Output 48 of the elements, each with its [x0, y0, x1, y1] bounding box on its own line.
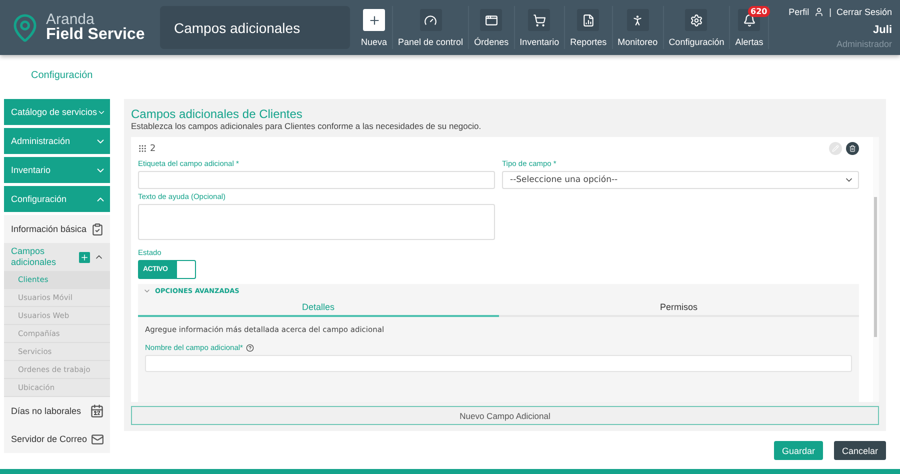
- clipboard-icon: [91, 222, 104, 236]
- field-type-select[interactable]: --Seleccione una opción--: [502, 171, 859, 189]
- sidebar-item[interactable]: Servidor de Correo: [4, 425, 110, 453]
- help-text-area[interactable]: [138, 204, 495, 240]
- pencil-icon: [832, 145, 839, 152]
- nav-item[interactable]: Órdenes: [469, 6, 515, 49]
- window-icon: [480, 9, 502, 31]
- logo-text: Aranda: [46, 12, 94, 27]
- edit-button[interactable]: [829, 142, 842, 155]
- input-field[interactable]: [138, 171, 495, 189]
- section-description: Establezca los campos adicionales para Clientes conforme a las necesidades de su negocio.: [131, 121, 482, 131]
- plus-icon: [363, 9, 385, 31]
- user-name: Juli: [873, 24, 892, 36]
- chevron-down-icon: [143, 287, 151, 295]
- person-icon: [626, 9, 649, 31]
- gauge-icon: [420, 9, 442, 31]
- logo-text: Field Service: [46, 27, 145, 43]
- user-role: Administrador: [836, 38, 892, 48]
- cart-icon: [528, 9, 550, 31]
- field-number: 2: [150, 144, 156, 154]
- sidebar-item[interactable]: Información básica: [4, 215, 110, 243]
- help-icon[interactable]: [246, 344, 254, 352]
- page-title: Campos adicionales: [160, 6, 350, 49]
- nav-item[interactable]: Reportes: [565, 6, 613, 49]
- trash-icon: [849, 145, 856, 152]
- drag-handle-icon[interactable]: [138, 144, 147, 153]
- delete-button[interactable]: [846, 142, 859, 155]
- input-field[interactable]: [145, 355, 852, 372]
- nav-item[interactable]: Nueva: [356, 6, 394, 49]
- mail-icon: [91, 432, 104, 446]
- nav-item[interactable]: Panel de control: [393, 6, 470, 49]
- scrollbar[interactable]: [874, 197, 877, 337]
- profile-link[interactable]: Perfil: [788, 6, 810, 16]
- cancel-button[interactable]: Cancelar: [834, 441, 886, 460]
- separator: |: [829, 6, 832, 16]
- nav-item[interactable]: Configuración: [664, 6, 730, 49]
- alert-count-badge: 620: [748, 6, 770, 17]
- section-title: Campos adicionales de Clientes: [131, 107, 304, 121]
- nav-item[interactable]: Alertas 620: [730, 6, 770, 49]
- settings-icon: [685, 9, 708, 31]
- nav-item[interactable]: Monitoreo: [612, 6, 664, 49]
- user-icon: [814, 6, 824, 16]
- add-icon[interactable]: [79, 252, 90, 262]
- nav-item[interactable]: Inventario: [514, 6, 566, 49]
- logout-link[interactable]: Cerrar Sesión: [836, 6, 892, 16]
- tab[interactable]: Permisos: [498, 298, 859, 317]
- chart-document-icon: [577, 9, 600, 31]
- new-field-button[interactable]: Nuevo Campo Adicional: [131, 406, 879, 425]
